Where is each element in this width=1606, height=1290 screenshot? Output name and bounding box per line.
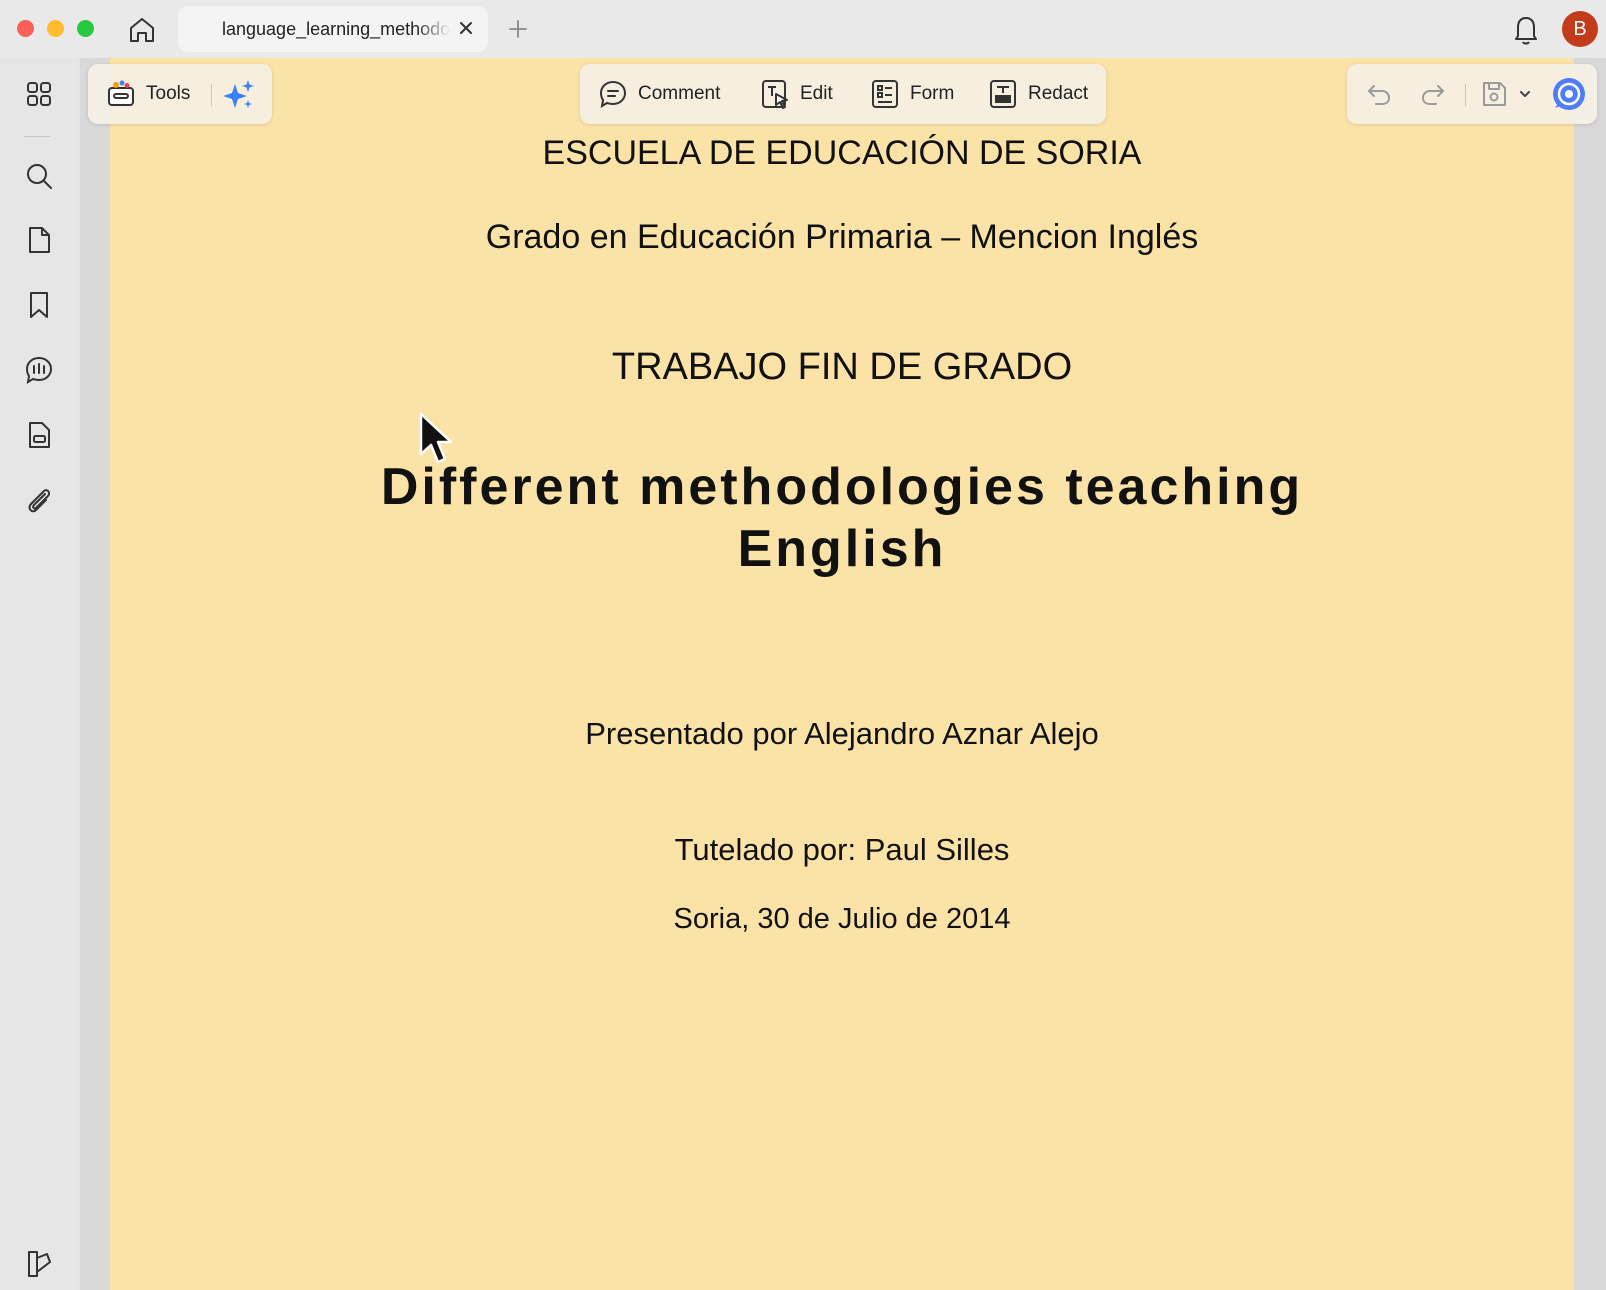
redact-icon — [990, 80, 1016, 108]
attachment-icon[interactable] — [23, 484, 55, 516]
tools-button[interactable]: Tools — [106, 74, 190, 114]
grid-icon[interactable] — [23, 78, 55, 110]
left-sidebar — [0, 58, 78, 1290]
comment-label: Comment — [638, 83, 721, 104]
document-title: Different methodologies teaching English — [110, 456, 1574, 580]
panel-toggle-icon[interactable] — [23, 1248, 55, 1280]
search-icon[interactable] — [23, 160, 55, 192]
sidebar-divider — [24, 136, 50, 137]
edit-toolbar: Comment Edit Form Redact — [580, 64, 1106, 124]
edit-label: Edit — [800, 83, 833, 104]
form-label: Form — [910, 83, 955, 104]
page-icon[interactable] — [23, 224, 55, 256]
redo-icon[interactable] — [1419, 80, 1447, 108]
presented-by: Presentado por Alejandro Aznar Alejo — [585, 716, 1099, 751]
form-button[interactable]: Form — [870, 74, 954, 114]
edit-button[interactable]: Edit — [760, 74, 833, 114]
chevron-down-icon[interactable] — [1517, 86, 1533, 102]
edit-icon — [762, 80, 788, 109]
form-icon[interactable] — [23, 419, 55, 451]
title-bar: language_learning_methodologies.pdf B — [0, 0, 1606, 58]
pdf-page[interactable]: ESCUELA DE EDUCACIÓN DE SORIA Grado en E… — [110, 58, 1574, 1290]
comment-button[interactable]: Comment — [598, 74, 720, 114]
school-name: ESCUELA DE EDUCACIÓN DE SORIA — [542, 134, 1142, 172]
close-window-button[interactable] — [17, 20, 34, 37]
redact-label: Redact — [1028, 83, 1089, 104]
toolbar-divider — [1465, 84, 1466, 106]
tools-toolbar: Tools — [88, 64, 272, 124]
toolbar-divider — [211, 84, 212, 106]
undo-icon[interactable] — [1365, 80, 1393, 108]
save-icon[interactable] — [1479, 79, 1509, 109]
ai-sparkle-icon[interactable] — [222, 78, 256, 112]
form-tool-icon — [872, 80, 898, 108]
assistant-icon[interactable] — [1551, 76, 1587, 112]
maximize-window-button[interactable] — [77, 20, 94, 37]
work-type: TRABAJO FIN DE GRADO — [611, 346, 1073, 388]
redact-button[interactable]: Redact — [988, 74, 1088, 114]
title-line-1: Different methodologies teaching — [380, 458, 1304, 516]
tutor: Tutelado por: Paul Silles — [674, 832, 1010, 867]
bookmark-icon[interactable] — [23, 289, 55, 321]
document-tab[interactable]: language_learning_methodologies.pdf — [178, 6, 488, 52]
tools-icon — [108, 80, 134, 106]
degree-name: Grado en Educación Primaria – Mencion In… — [485, 218, 1199, 256]
title-line-2: English — [737, 520, 947, 578]
history-toolbar — [1347, 64, 1597, 124]
comment-panel-icon[interactable] — [23, 354, 55, 386]
home-icon[interactable] — [126, 14, 158, 46]
avatar[interactable]: B — [1562, 11, 1598, 47]
close-icon[interactable] — [456, 18, 476, 38]
place-date: Soria, 30 de Julio de 2014 — [673, 903, 1011, 935]
comment-icon — [599, 80, 627, 108]
mouse-cursor-icon — [419, 412, 453, 464]
minimize-window-button[interactable] — [47, 20, 64, 37]
plus-icon[interactable] — [505, 16, 531, 42]
tools-label: Tools — [146, 83, 191, 104]
bell-icon[interactable] — [1510, 12, 1542, 46]
tab-title: language_learning_methodologies.pdf — [222, 19, 450, 39]
